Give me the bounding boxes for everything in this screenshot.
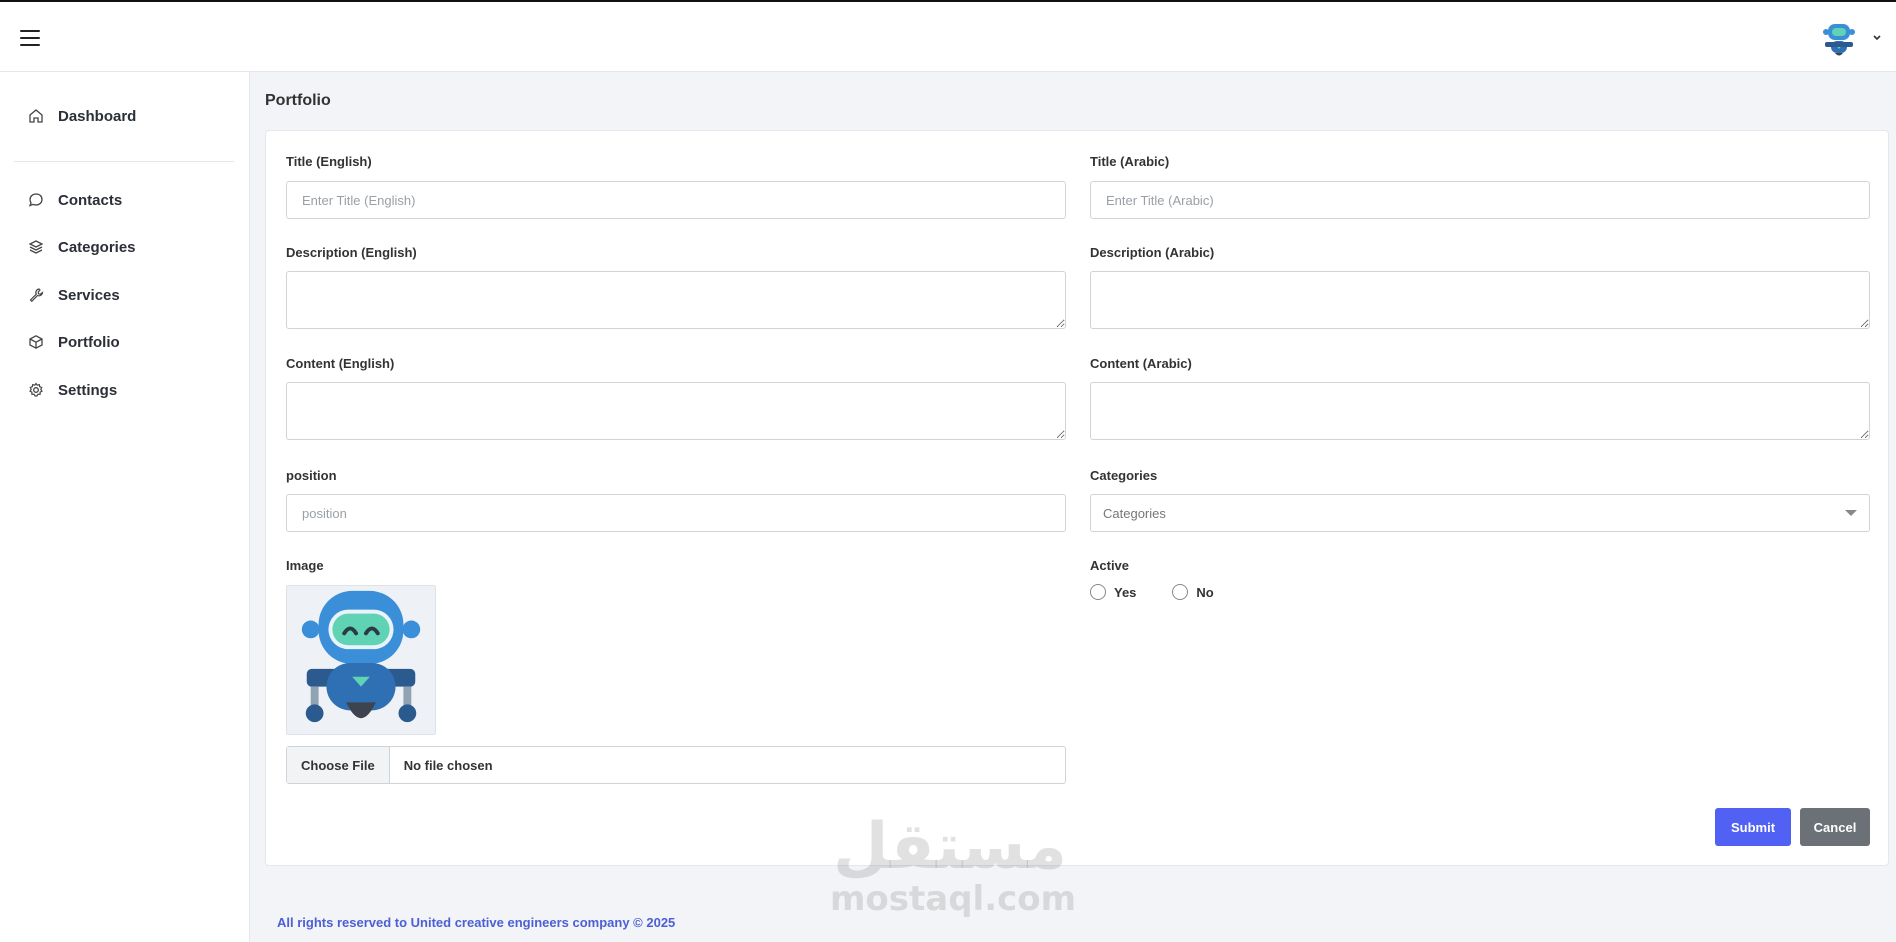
sidebar-item-label: Services: [58, 286, 120, 304]
sidebar-item-categories[interactable]: Categories: [28, 235, 136, 259]
content-en-label: Content (English): [286, 356, 395, 371]
active-no-label[interactable]: No: [1196, 585, 1213, 600]
active-yes-label[interactable]: Yes: [1114, 585, 1136, 600]
watermark: مستقل mostaql.com: [830, 810, 1077, 919]
chevron-down-icon[interactable]: [1872, 33, 1882, 43]
user-avatar-robot-icon[interactable]: [1822, 22, 1856, 58]
choose-file-button[interactable]: Choose File: [287, 747, 390, 783]
watermark-latin: mostaql.com: [830, 879, 1077, 919]
active-yes-radio[interactable]: [1090, 584, 1106, 600]
position-input[interactable]: [286, 494, 1066, 532]
content-en-textarea[interactable]: [286, 382, 1066, 440]
sidebar-item-label: Contacts: [58, 191, 123, 209]
box-icon: [29, 335, 43, 349]
title-ar-input[interactable]: [1090, 181, 1870, 219]
title-en-label: Title (English): [286, 154, 372, 169]
file-status-text: No file chosen: [403, 757, 493, 773]
sidebar-item-label: Dashboard: [58, 107, 137, 125]
active-label: Active: [1090, 558, 1130, 573]
page-title: Portfolio: [265, 92, 331, 109]
chat-bubble-icon: [28, 193, 43, 207]
description-ar-label: Description (Arabic): [1090, 245, 1215, 260]
content-ar-textarea[interactable]: [1090, 382, 1870, 440]
title-ar-label: Title (Arabic): [1090, 154, 1170, 169]
sidebar-item-label: Portfolio: [58, 333, 120, 351]
content-ar-label: Content (Arabic): [1090, 356, 1192, 371]
categories-label: Categories: [1090, 468, 1158, 483]
footer-copyright: All rights reserved to United creative e…: [277, 915, 676, 930]
sidebar-item-contacts[interactable]: Contacts: [28, 188, 122, 212]
sidebar-item-settings[interactable]: Settings: [28, 378, 117, 402]
dropdown-caret-icon: [1845, 510, 1857, 516]
active-no-radio[interactable]: [1172, 584, 1189, 600]
gear-icon: [29, 382, 43, 397]
menu-toggle-icon[interactable]: [20, 30, 40, 46]
sidebar-divider: [14, 161, 234, 162]
sidebar: Dashboard Contacts Categories Services P…: [0, 72, 250, 942]
sidebar-item-label: Categories: [58, 238, 136, 256]
home-icon: [29, 109, 43, 123]
sidebar-item-dashboard[interactable]: Dashboard: [28, 104, 136, 128]
image-preview: [286, 585, 436, 735]
image-label: Image: [286, 558, 324, 573]
submit-button[interactable]: Submit: [1715, 808, 1791, 846]
watermark-arabic: مستقل: [832, 810, 1068, 884]
categories-select-value: Categories: [1103, 505, 1166, 521]
wrench-icon: [29, 288, 44, 303]
active-radio-group: Yes No: [1090, 584, 1250, 600]
categories-select[interactable]: Categories: [1090, 494, 1870, 532]
robot-image-icon: [301, 590, 421, 723]
top-bar: [0, 0, 1896, 72]
title-en-input[interactable]: [286, 181, 1066, 219]
description-en-textarea[interactable]: [286, 271, 1066, 329]
sidebar-item-services[interactable]: Services: [28, 283, 120, 307]
sidebar-item-label: Settings: [58, 381, 118, 399]
layers-icon: [28, 240, 44, 254]
portfolio-form-card: Title (English) Title (Arabic) Descripti…: [265, 130, 1889, 866]
description-ar-textarea[interactable]: [1090, 271, 1870, 329]
description-en-label: Description (English): [286, 245, 417, 260]
cancel-button[interactable]: Cancel: [1800, 808, 1870, 846]
image-file-input[interactable]: Choose File No file chosen: [286, 746, 1066, 784]
position-label: position: [286, 468, 337, 483]
sidebar-item-portfolio[interactable]: Portfolio: [28, 330, 120, 354]
